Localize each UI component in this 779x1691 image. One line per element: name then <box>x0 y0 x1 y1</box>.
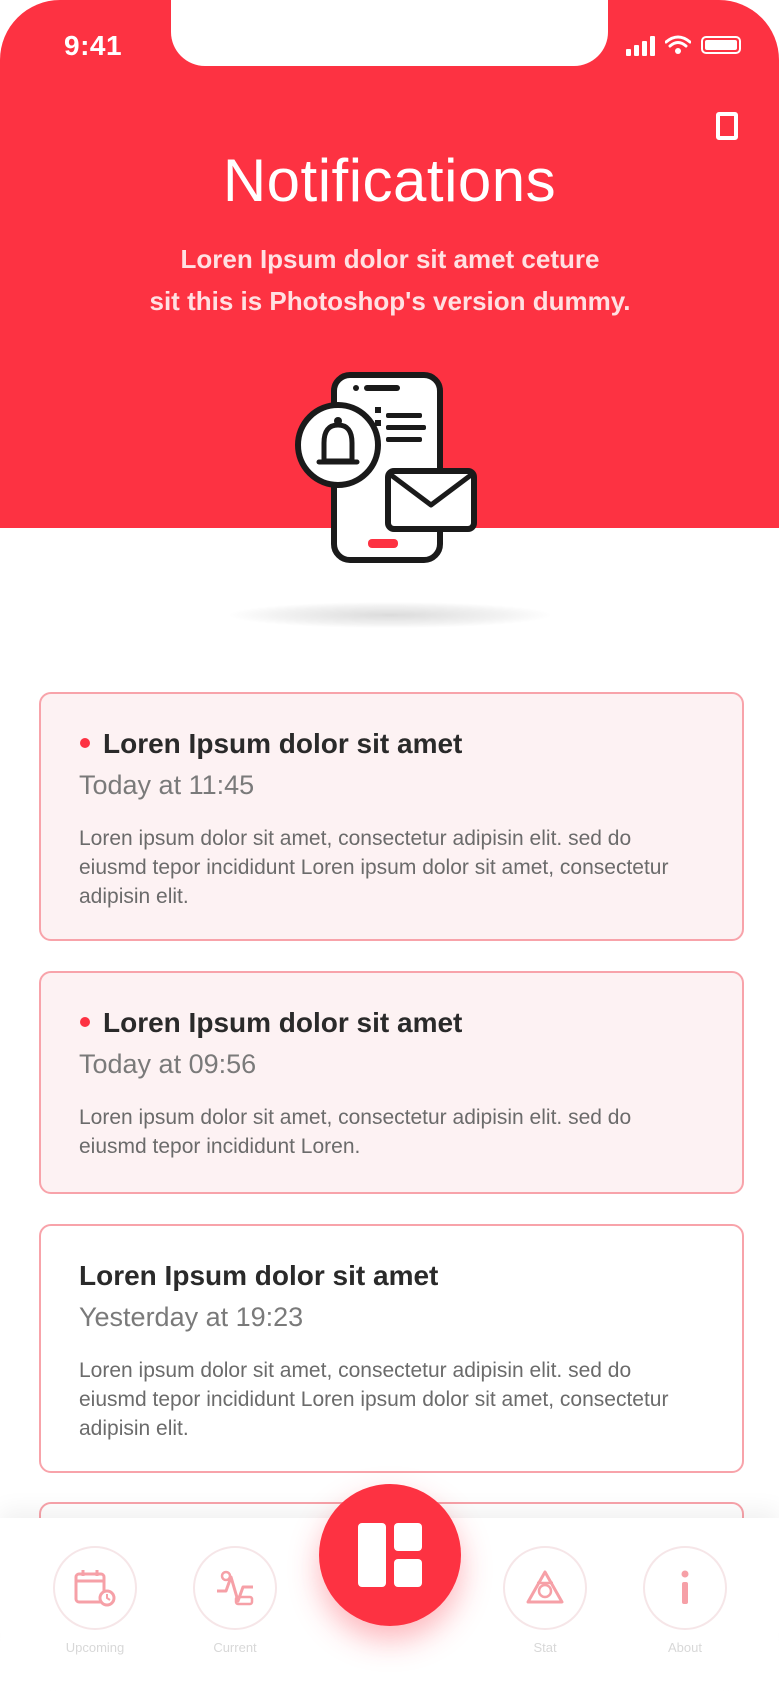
status-time: 9:41 <box>64 30 123 61</box>
notification-time: Yesterday at 19:23 <box>79 1302 304 1332</box>
nav-upcoming[interactable]: Upcoming <box>50 1546 140 1656</box>
notification-card[interactable]: Loren Ipsum dolor sit amet Today at 11:4… <box>39 692 744 941</box>
notification-card[interactable]: Loren Ipsum dolor sit amet Today at 09:5… <box>39 971 744 1194</box>
notification-title: Loren Ipsum dolor sit amet <box>103 728 463 759</box>
notification-title: Loren Ipsum dolor sit amet <box>103 1007 463 1038</box>
illustration-shadow <box>230 602 550 628</box>
chart-icon <box>503 1546 587 1630</box>
nav-label: Current <box>213 1640 257 1655</box>
status-icons <box>626 34 741 56</box>
notification-body: Loren ipsum dolor sit amet, consectetur … <box>79 1359 669 1440</box>
notification-time: Today at 09:56 <box>79 1049 257 1079</box>
phone-screen: 9:41 Notifications Loren Ipsum dolor sit… <box>0 0 779 1691</box>
battery-icon <box>701 36 741 54</box>
calendar-icon <box>53 1546 137 1630</box>
nav-current[interactable]: Current <box>190 1546 280 1656</box>
unread-dot-icon <box>80 1017 90 1027</box>
nav-label: Upcoming <box>65 1640 125 1655</box>
notification-body: Loren ipsum dolor sit amet, consectetur … <box>79 1106 632 1158</box>
info-icon <box>643 1546 727 1630</box>
wifi-icon <box>665 35 691 54</box>
notification-body: Loren ipsum dolor sit amet, consectetur … <box>79 827 669 908</box>
dashboard-grid-icon <box>358 1523 422 1587</box>
notification-title: Loren Ipsum dolor sit amet <box>79 1260 439 1291</box>
unread-dot-icon <box>80 738 90 748</box>
nav-stat[interactable]: Stat <box>500 1546 590 1656</box>
activity-icon <box>193 1546 277 1630</box>
notification-card[interactable]: Loren Ipsum dolor sit amet Yesterday at … <box>39 1224 744 1473</box>
cellular-signal-icon <box>626 34 655 56</box>
device-notch <box>171 0 608 66</box>
nav-label: Stat <box>533 1640 557 1655</box>
subtitle-line-2: sit this is Photoshop's version dummy. <box>149 286 631 316</box>
notification-time: Today at 11:45 <box>79 770 255 800</box>
notification-illustration <box>295 372 477 563</box>
subtitle-line-1: Loren Ipsum dolor sit amet ceture <box>180 244 600 274</box>
dashboard-button[interactable] <box>319 1484 461 1626</box>
page-title: Notifications <box>222 147 557 214</box>
page-subtitle: Loren Ipsum dolor sit amet ceture sit th… <box>120 238 660 322</box>
device-icon[interactable] <box>716 112 738 140</box>
nav-label: About <box>668 1640 702 1655</box>
nav-about[interactable]: About <box>640 1546 730 1656</box>
